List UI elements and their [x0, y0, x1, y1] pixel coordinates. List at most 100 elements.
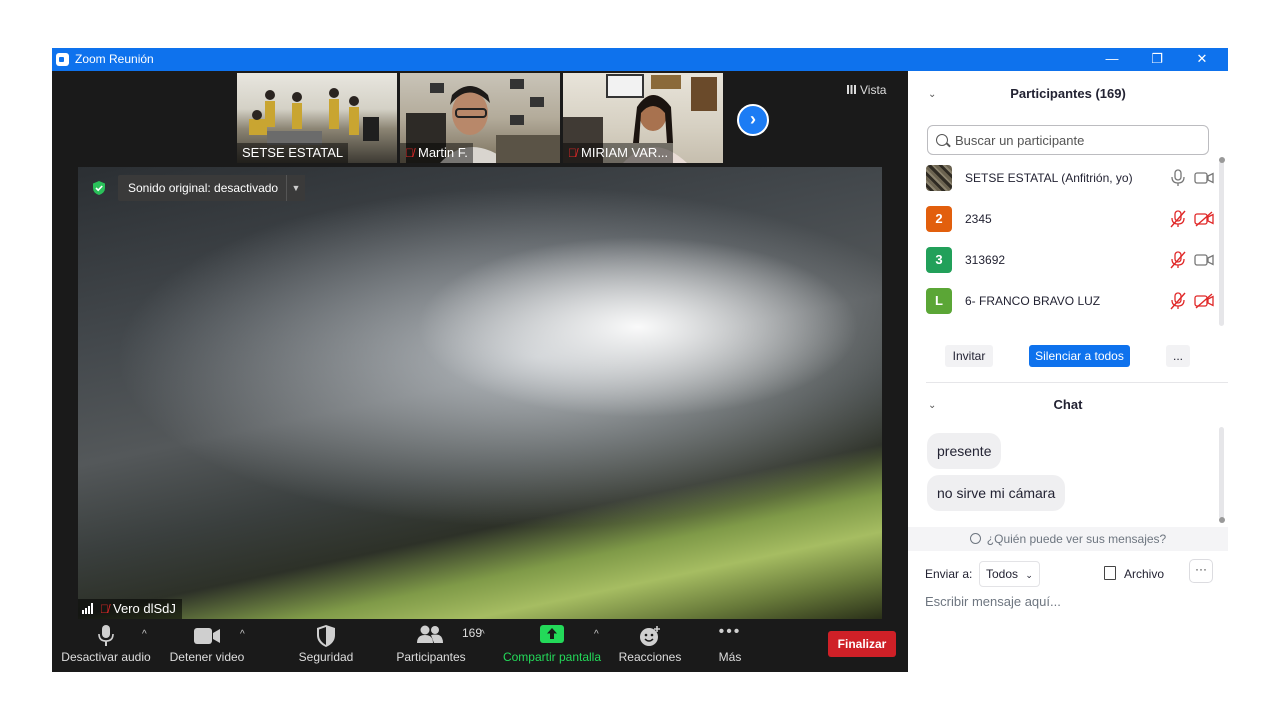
- participant-row[interactable]: 3 313692: [926, 247, 1218, 273]
- chat-scrollbar[interactable]: [1219, 427, 1225, 523]
- title-bar: Zoom Reunión — ❐ ✕: [52, 48, 1228, 71]
- thumbnail-name: MIRIAM VAR...: [581, 145, 669, 160]
- participants-scrollbar[interactable]: [1219, 157, 1225, 326]
- message-visibility-link[interactable]: ¿Quién puede ver sus mensajes?: [908, 527, 1228, 551]
- thumbnail-name-bar: 🎙̸ MIRIAM VAR...: [563, 143, 674, 163]
- chat-message: presente: [927, 433, 1002, 469]
- message-visibility-text: ¿Quién puede ver sus mensajes?: [986, 532, 1167, 546]
- security-label: Seguridad: [298, 650, 354, 664]
- participants-button[interactable]: 169 Participantes: [388, 619, 482, 672]
- more-dots-icon: •••: [718, 623, 742, 640]
- video-camera-icon: [194, 628, 220, 644]
- search-placeholder: Buscar un participante: [955, 133, 1085, 148]
- muted-mic-icon[interactable]: [1170, 292, 1186, 310]
- avatar: L: [926, 288, 952, 314]
- video-camera-icon[interactable]: [1194, 252, 1214, 268]
- zoom-app-icon: [56, 53, 69, 66]
- chevron-right-icon: ›: [750, 109, 756, 129]
- active-speaker-label: 🎙̸ Vero dlSdJ: [78, 599, 182, 619]
- participant-name: 6- FRANCO BRAVO LUZ: [965, 294, 1101, 308]
- send-to-select[interactable]: Todos ⌄: [979, 561, 1040, 587]
- thumbnail-name: Martin F.: [418, 145, 468, 160]
- grid-view-icon: [847, 85, 856, 94]
- muted-mic-icon: 🎙̸: [568, 146, 577, 160]
- participants-options-caret[interactable]: ^: [480, 629, 485, 640]
- muted-mic-icon[interactable]: [1170, 210, 1186, 228]
- video-thumbnail[interactable]: 🎙̸ Martin F.: [400, 73, 560, 163]
- share-screen-icon: [540, 625, 564, 643]
- thumbnail-name: SETSE ESTATAL: [237, 143, 349, 163]
- send-to-value: Todos: [986, 567, 1019, 581]
- audio-options-caret[interactable]: ^: [142, 629, 147, 640]
- speaker-name: Vero dlSdJ: [113, 601, 176, 616]
- video-off-icon[interactable]: [1194, 211, 1214, 227]
- muted-mic-icon: 🎙̸: [100, 602, 109, 616]
- participants-more-button[interactable]: ...: [1166, 345, 1190, 367]
- reactions-button[interactable]: Reacciones: [612, 619, 688, 672]
- video-thumbnail[interactable]: SETSE ESTATAL: [237, 73, 397, 163]
- mute-audio-label: Desactivar audio: [61, 650, 151, 664]
- shield-icon: [317, 625, 335, 647]
- person-icon: [969, 533, 981, 544]
- participant-name: SETSE ESTATAL (Anfitrión, yo): [965, 171, 1133, 185]
- mute-all-button[interactable]: Silenciar a todos: [1029, 345, 1130, 367]
- security-button[interactable]: Seguridad: [288, 619, 364, 672]
- window-title: Zoom Reunión: [75, 52, 154, 66]
- side-panel: ⌄ Participantes (169) Buscar un particip…: [908, 71, 1228, 672]
- participant-name: 313692: [965, 253, 1006, 267]
- participants-icon: [417, 625, 443, 643]
- video-camera-icon[interactable]: [1194, 170, 1214, 186]
- main-video[interactable]: Sonido original: desactivado ▼ 🎙̸ Vero dl…: [78, 167, 882, 619]
- avatar: 3: [926, 247, 952, 273]
- video-off-icon[interactable]: [1194, 293, 1214, 309]
- minimize-button[interactable]: —: [1090, 48, 1134, 71]
- chevron-down-icon: ⌄: [1025, 570, 1033, 580]
- chat-message: no sirve mi cámara: [927, 475, 1066, 511]
- participant-row[interactable]: L 6- FRANCO BRAVO LUZ: [926, 288, 1218, 314]
- muted-mic-icon: 🎙̸: [405, 146, 414, 160]
- end-meeting-button[interactable]: Finalizar: [828, 631, 896, 657]
- file-button[interactable]: Archivo: [1104, 566, 1164, 581]
- reactions-icon: [640, 626, 660, 646]
- reactions-label: Reacciones: [618, 650, 682, 664]
- participant-search-input[interactable]: Buscar un participante: [927, 125, 1209, 155]
- chevron-down-icon[interactable]: ▼: [286, 175, 305, 201]
- muted-mic-icon[interactable]: [1170, 251, 1186, 269]
- video-thumbnail[interactable]: 🎙̸ MIRIAM VAR...: [563, 73, 723, 163]
- meeting-toolbar: Desactivar audio ^ Detener video ^ Segur…: [52, 619, 908, 672]
- participants-panel-title: Participantes (169): [1010, 86, 1126, 101]
- share-options-caret[interactable]: ^: [594, 629, 599, 640]
- view-button[interactable]: Vista: [847, 83, 886, 97]
- file-label: Archivo: [1124, 567, 1165, 581]
- more-button[interactable]: ••• Más: [704, 619, 756, 672]
- avatar: [926, 165, 952, 191]
- file-icon: [1104, 566, 1116, 580]
- chat-message-input[interactable]: Escribir mensaje aquí...: [925, 594, 1061, 609]
- microphone-icon[interactable]: [1170, 169, 1186, 187]
- avatar: 2: [926, 206, 952, 232]
- chat-more-button[interactable]: ···: [1189, 559, 1213, 583]
- stop-video-label: Detener video: [169, 650, 245, 664]
- meeting-area: SETSE ESTATAL 🎙̸ Martin F. 🎙̸ MIRIAM VAR…: [52, 71, 908, 672]
- encryption-shield-icon: [93, 181, 105, 195]
- original-sound-toggle[interactable]: Sonido original: desactivado: [118, 175, 289, 201]
- stop-video-button[interactable]: Detener video: [164, 619, 250, 672]
- participant-name: 2345: [965, 212, 992, 226]
- participant-row[interactable]: 2 2345: [926, 206, 1218, 232]
- more-label: Más: [718, 650, 742, 664]
- share-screen-label: Compartir pantalla: [502, 650, 602, 664]
- view-label: Vista: [860, 83, 887, 97]
- send-to-label: Enviar a:: [925, 567, 973, 581]
- invite-button[interactable]: Invitar: [945, 345, 993, 367]
- participant-row[interactable]: SETSE ESTATAL (Anfitrión, yo): [926, 165, 1218, 191]
- more-dots-icon: ···: [1195, 562, 1207, 576]
- search-icon: [936, 134, 948, 146]
- video-options-caret[interactable]: ^: [240, 629, 245, 640]
- chat-panel-title: Chat: [1053, 397, 1083, 412]
- restore-button[interactable]: ❐: [1135, 48, 1179, 71]
- mute-audio-button[interactable]: Desactivar audio: [58, 619, 154, 672]
- share-screen-button[interactable]: Compartir pantalla: [500, 619, 604, 672]
- next-page-button[interactable]: ›: [737, 104, 769, 136]
- panel-divider: [926, 382, 1228, 383]
- close-button[interactable]: ✕: [1180, 48, 1224, 71]
